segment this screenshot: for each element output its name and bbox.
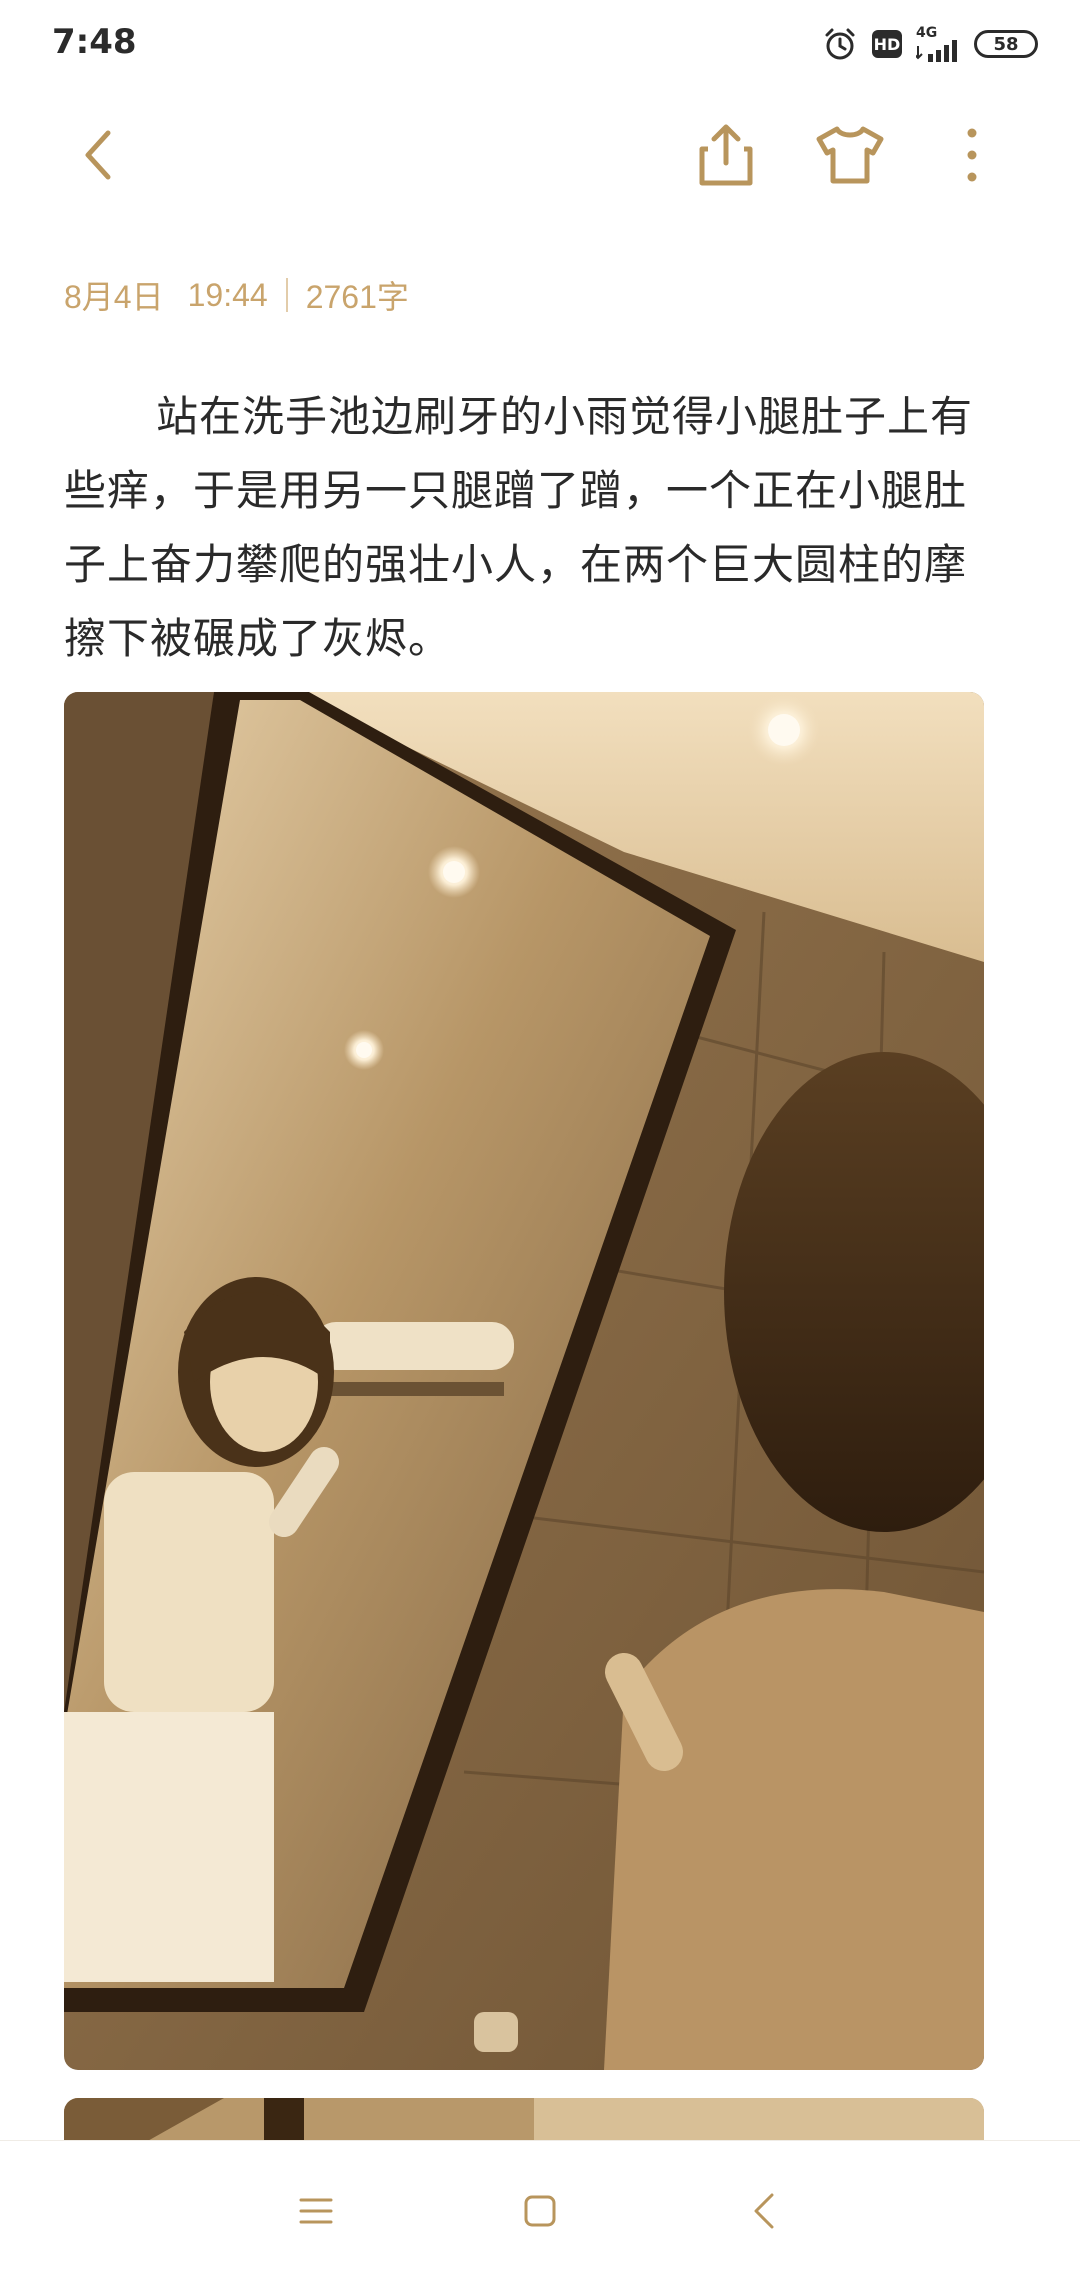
share-icon <box>699 124 753 186</box>
theme-button[interactable] <box>800 100 900 210</box>
battery-indicator: 58 <box>974 30 1038 58</box>
status-time: 7:48 <box>52 22 137 62</box>
bathroom-mirror-photo <box>64 692 984 2070</box>
system-nav-bar <box>0 2140 1080 2280</box>
more-button[interactable] <box>922 100 1022 210</box>
status-bar: 7:48 HD 4G 58 <box>0 0 1080 88</box>
status-icons: HD 4G 58 <box>822 24 1038 64</box>
note-meta: 8月4日 19:44 2761字 <box>64 270 409 320</box>
note-word-count: 2761字 <box>305 279 409 315</box>
meta-divider <box>285 278 288 312</box>
signal-icon: 4G <box>916 26 960 62</box>
note-date: 8月4日 <box>64 279 164 315</box>
note-toolbar <box>0 100 1080 210</box>
menu-icon <box>299 2198 333 2224</box>
note-time: 19:44 <box>187 276 268 313</box>
note-body-text[interactable]: 站在洗手池边刷牙的小雨觉得小腿肚子上有些痒，于是用另一只腿蹭了蹭，一个正在小腿肚… <box>64 380 1004 676</box>
note-page: 7:48 HD 4G 58 8月4日 19:44 2761字 站在洗手池边刷牙的… <box>0 0 1080 2280</box>
square-home-icon <box>524 2195 556 2227</box>
back-triangle-icon <box>754 2193 774 2229</box>
chevron-left-icon <box>85 130 111 180</box>
network-type-label: 4G <box>916 25 938 41</box>
alarm-icon <box>822 26 858 62</box>
nav-home-button[interactable] <box>500 2171 580 2251</box>
note-photo[interactable] <box>64 692 984 2070</box>
nav-menu-button[interactable] <box>276 2171 356 2251</box>
tshirt-icon <box>816 126 884 184</box>
more-vertical-icon <box>967 128 977 182</box>
share-button[interactable] <box>676 100 776 210</box>
hd-icon: HD <box>872 30 902 58</box>
back-button[interactable] <box>48 100 148 210</box>
nav-back-button[interactable] <box>724 2171 804 2251</box>
